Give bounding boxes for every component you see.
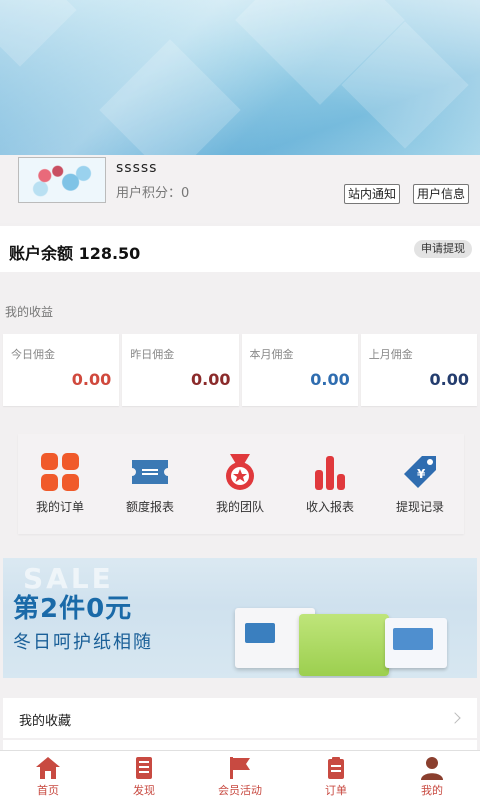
grid-item-my-orders[interactable]: 我的订单 xyxy=(20,452,100,515)
grid-item-label: 我的订单 xyxy=(35,500,84,514)
earnings-section-title: 我的收益 xyxy=(5,305,54,319)
orders-grid-icon xyxy=(40,452,80,492)
apply-withdraw-button[interactable]: 申请提现 xyxy=(414,240,472,258)
clipboard-icon xyxy=(323,756,349,780)
banner-subline: 冬日呵护纸相随 xyxy=(13,632,153,653)
medal-star-icon xyxy=(220,452,260,492)
earning-label: 本月佣金 xyxy=(249,348,294,361)
grid-item-label: 提现记录 xyxy=(395,500,444,514)
tab-home[interactable]: 首页 xyxy=(0,751,96,800)
ticket-icon xyxy=(130,452,170,492)
grid-item-label: 收入报表 xyxy=(305,500,354,514)
earning-value: 0.00 xyxy=(310,370,350,389)
banner-headline: 第2件0元 xyxy=(13,594,133,624)
bottom-tab-bar: 首页 发现 会员活动 订单 我的 xyxy=(0,750,480,800)
chevron-right-icon xyxy=(449,712,461,724)
user-info-button[interactable]: 用户信息 xyxy=(413,184,470,204)
tissue-pack-image xyxy=(299,614,389,676)
earning-label: 上月佣金 xyxy=(368,348,413,361)
avatar[interactable] xyxy=(18,157,106,203)
document-icon xyxy=(131,756,157,780)
account-balance: 账户余额 128.50 xyxy=(9,244,141,263)
tab-mine[interactable]: 我的 xyxy=(384,751,480,800)
earning-value: 0.00 xyxy=(429,370,469,389)
tab-orders[interactable]: 订单 xyxy=(288,751,384,800)
grid-item-income-report[interactable]: 收入报表 xyxy=(290,452,370,515)
tab-discover[interactable]: 发现 xyxy=(96,751,192,800)
grid-item-label: 我的团队 xyxy=(215,500,264,514)
earning-card-this-month[interactable]: 本月佣金 0.00 xyxy=(241,334,358,406)
list-item-label: 我的收藏 xyxy=(19,714,72,729)
bar-chart-icon xyxy=(310,452,350,492)
grid-item-quota-report[interactable]: 额度报表 xyxy=(110,452,190,515)
site-notice-button[interactable]: 站内通知 xyxy=(344,184,401,204)
earning-value: 0.00 xyxy=(191,370,231,389)
username: sssss xyxy=(116,160,158,176)
home-icon xyxy=(35,756,61,780)
earning-card-yesterday[interactable]: 昨日佣金 0.00 xyxy=(122,334,239,406)
earning-card-last-month[interactable]: 上月佣金 0.00 xyxy=(360,334,477,406)
tab-label: 订单 xyxy=(325,784,347,797)
tissue-box-image xyxy=(385,618,447,668)
grid-item-my-team[interactable]: 我的团队 xyxy=(200,452,280,515)
earning-label: 昨日佣金 xyxy=(130,348,175,361)
user-icon xyxy=(419,756,445,780)
tab-label: 发现 xyxy=(133,784,155,797)
grid-item-label: 额度报表 xyxy=(125,500,174,514)
list-item-my-favorites[interactable]: 我的收藏 xyxy=(3,698,477,738)
earning-label: 今日佣金 xyxy=(11,348,55,361)
tab-label: 首页 xyxy=(37,784,59,797)
grid-item-withdraw-record[interactable]: ¥ 提现记录 xyxy=(380,452,460,515)
promo-banner[interactable]: SALE 第2件0元 冬日呵护纸相随 xyxy=(3,558,477,678)
tab-label: 我的 xyxy=(421,784,443,797)
svg-text:¥: ¥ xyxy=(417,467,426,481)
earnings-row: 今日佣金 0.00 昨日佣金 0.00 本月佣金 0.00 上月佣金 0.00 xyxy=(3,334,477,406)
flag-icon xyxy=(227,756,253,780)
tab-label: 会员活动 xyxy=(218,784,262,797)
user-points: 用户积分：0 xyxy=(116,186,190,201)
list-item-partial xyxy=(3,740,477,750)
tab-member-events[interactable]: 会员活动 xyxy=(192,751,288,800)
yen-tag-icon: ¥ xyxy=(400,452,440,492)
profile-header-background xyxy=(0,0,480,155)
earning-card-today[interactable]: 今日佣金 0.00 xyxy=(3,334,120,406)
earning-value: 0.00 xyxy=(71,370,112,389)
